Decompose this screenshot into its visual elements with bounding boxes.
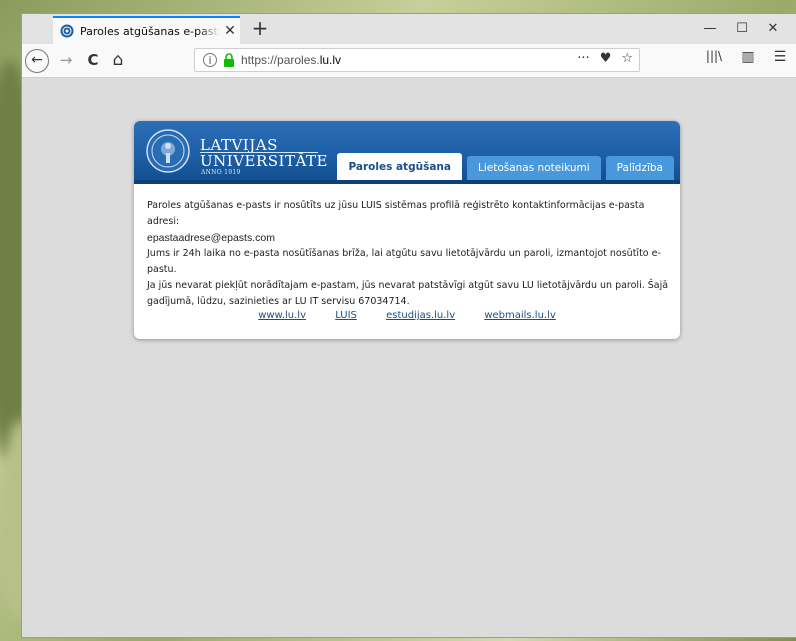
tab-lietosanas-noteikumi[interactable]: Lietošanas noteikumi	[466, 156, 601, 180]
message-body: Paroles atgūšanas e-pasts ir nosūtīts uz…	[147, 198, 672, 310]
logo-anno: ANNO 1919	[201, 169, 241, 176]
browser-tab[interactable]: Paroles atgūšanas e-pasts nosūtīts ✕	[53, 16, 240, 44]
tab-palidziba[interactable]: Palīdzība	[605, 156, 674, 180]
page-content: LATVIJAS UNIVERSITĀTE ANNO 1919 Paroles …	[22, 78, 796, 637]
site-favicon-icon	[60, 24, 74, 38]
home-button[interactable]: ⌂	[106, 48, 130, 72]
new-tab-button[interactable]: +	[248, 17, 272, 41]
back-button[interactable]: ←	[25, 49, 49, 73]
tab-paroles-atgusana[interactable]: Paroles atgūšana	[337, 153, 462, 180]
logo-line2: UNIVERSITĀTE	[200, 152, 328, 170]
link-webmails[interactable]: webmails.lu.lv	[484, 310, 555, 321]
url-prefix: https://paroles.	[241, 53, 320, 67]
browser-window: Paroles atgūšanas e-pasts nosūtīts ✕ + —…	[22, 14, 796, 637]
message-line-4: Ja jūs nevarat piekļūt norādītajam e-pas…	[147, 280, 669, 307]
tab-title: Paroles atgūšanas e-pasts nosūtīts	[80, 24, 220, 38]
message-line-1: Paroles atgūšanas e-pasts ir nosūtīts uz…	[147, 200, 645, 227]
page-tabs: Paroles atgūšana Lietošanas noteikumi Pa…	[337, 153, 674, 180]
menu-icon[interactable]: ☰	[768, 49, 792, 65]
sidebar-icon[interactable]: ▥	[736, 49, 760, 65]
message-line-3: Jums ir 24h laika no e-pasta nosūtīšanas…	[147, 248, 661, 275]
link-luis[interactable]: LUIS	[335, 310, 357, 321]
nav-toolbar: ← → C ⌂ i https://paroles.lu.lv ··· ♥ ☆ …	[22, 44, 796, 78]
forward-button[interactable]: →	[54, 48, 78, 72]
lock-icon	[224, 53, 234, 67]
address-bar[interactable]: i https://paroles.lu.lv ··· ♥ ☆	[194, 48, 640, 72]
card-header: LATVIJAS UNIVERSITĀTE ANNO 1919 Paroles …	[134, 121, 680, 184]
url-text[interactable]: https://paroles.lu.lv	[241, 53, 341, 67]
reload-button[interactable]: C	[81, 48, 105, 72]
tab-close-icon[interactable]: ✕	[222, 23, 238, 39]
url-domain: lu.lv	[319, 53, 342, 67]
bookmark-star-icon[interactable]: ☆	[621, 51, 633, 66]
tab-strip: Paroles atgūšanas e-pasts nosūtīts ✕ + —…	[22, 14, 796, 44]
message-email: epastaadrese@epasts.com	[147, 232, 275, 244]
link-estudijas[interactable]: estudijas.lu.lv	[386, 310, 455, 321]
university-seal-icon	[146, 129, 190, 173]
library-icon[interactable]: |||\	[702, 49, 726, 63]
pocket-icon[interactable]: ♥	[600, 51, 612, 66]
page-actions-icon[interactable]: ···	[577, 51, 589, 66]
recovery-card: LATVIJAS UNIVERSITĀTE ANNO 1919 Paroles …	[134, 121, 680, 339]
footer-links: www.lu.lv LUIS estudijas.lu.lv webmails.…	[134, 310, 680, 321]
close-window-button[interactable]: ✕	[750, 14, 796, 44]
link-www-lu-lv[interactable]: www.lu.lv	[258, 310, 306, 321]
site-info-icon[interactable]: i	[203, 53, 217, 67]
